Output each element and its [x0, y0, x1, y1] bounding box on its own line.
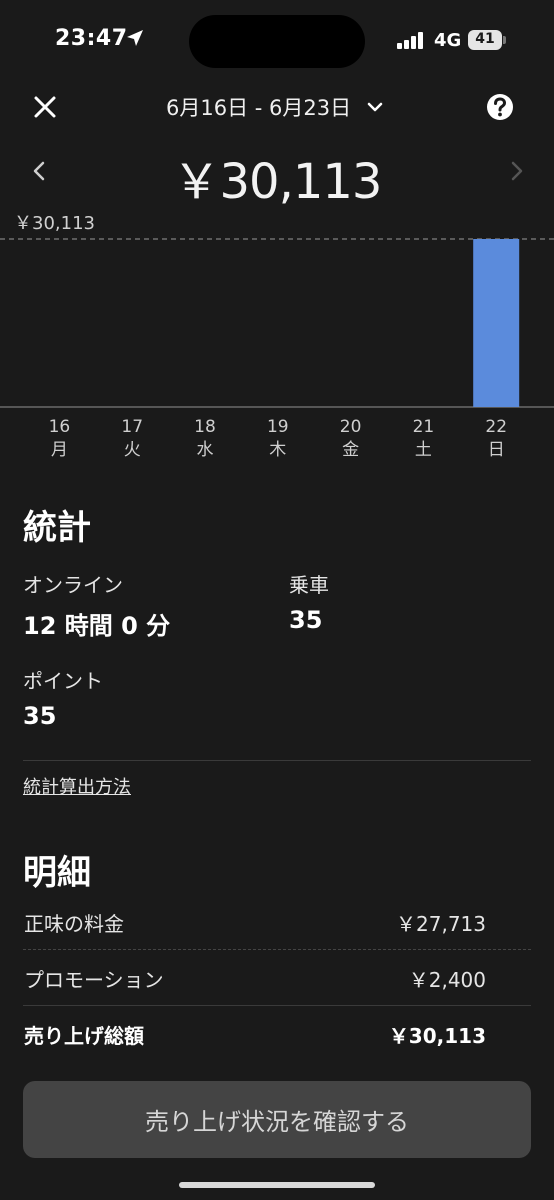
x-tick-day: 21	[413, 417, 435, 437]
battery-icon: 41	[468, 30, 506, 50]
x-tick-weekday: 金	[342, 440, 359, 460]
reference-line-label: ￥30,113	[14, 213, 95, 234]
x-tick-day: 18	[194, 417, 216, 437]
x-tick-weekday: 月	[51, 440, 68, 460]
stats-heading: 統計	[23, 508, 91, 548]
breakdown-divider	[23, 949, 531, 950]
chevron-right-icon[interactable]	[506, 158, 528, 184]
online-value: 12 時間 0 分	[23, 612, 171, 640]
total-earnings: ￥30,113	[172, 154, 383, 210]
chevron-down-icon[interactable]	[366, 98, 384, 116]
x-tick-day: 19	[267, 417, 289, 437]
online-label: オンライン	[23, 573, 123, 597]
breakdown-row-value: ￥2,400	[408, 968, 486, 992]
signal-icon	[397, 32, 423, 49]
breakdown-row-label: 正味の料金	[24, 912, 124, 936]
dynamic-island	[189, 15, 365, 68]
x-tick-weekday: 土	[415, 440, 432, 460]
breakdown-row-value: ￥27,713	[396, 912, 486, 936]
x-tick-day: 17	[121, 417, 143, 437]
home-indicator	[179, 1182, 375, 1188]
help-icon[interactable]	[485, 92, 515, 122]
x-tick-weekday: 木	[269, 440, 286, 460]
x-tick-weekday: 火	[124, 440, 141, 460]
points-value: 35	[23, 702, 57, 730]
breakdown-heading: 明細	[23, 853, 91, 893]
earnings-bar-chart: ￥30,113 16 月 17 火 18 水 19 木 20 金 21 土 22 日	[0, 213, 554, 460]
breakdown-row-label: プロモーション	[24, 968, 164, 992]
points-label: ポイント	[23, 669, 103, 693]
network-type: 4G	[434, 30, 462, 51]
rides-label: 乗車	[289, 573, 329, 597]
breakdown-total-value: ￥30,113	[388, 1024, 486, 1048]
date-range-selector[interactable]: 6月16日 - 6月23日	[166, 92, 351, 122]
breakdown-total-label: 売り上げ総額	[24, 1024, 144, 1048]
stats-method-link[interactable]: 統計算出方法	[23, 773, 131, 799]
close-icon[interactable]	[30, 92, 60, 122]
x-tick-day: 20	[340, 417, 362, 437]
battery-level: 41	[475, 31, 495, 47]
x-tick-weekday: 日	[488, 440, 505, 460]
status-time: 23:47	[55, 26, 128, 51]
x-tick-day: 22	[485, 417, 507, 437]
view-earnings-status-button[interactable]: 売り上げ状況を確認する	[23, 1081, 531, 1158]
x-tick-weekday: 水	[197, 440, 214, 460]
rides-value: 35	[289, 606, 323, 634]
breakdown-total-divider	[23, 1005, 531, 1006]
location-arrow-icon	[127, 30, 143, 46]
stats-divider	[23, 760, 531, 761]
bar-22[interactable]	[473, 239, 520, 407]
x-tick-day: 16	[49, 417, 71, 437]
